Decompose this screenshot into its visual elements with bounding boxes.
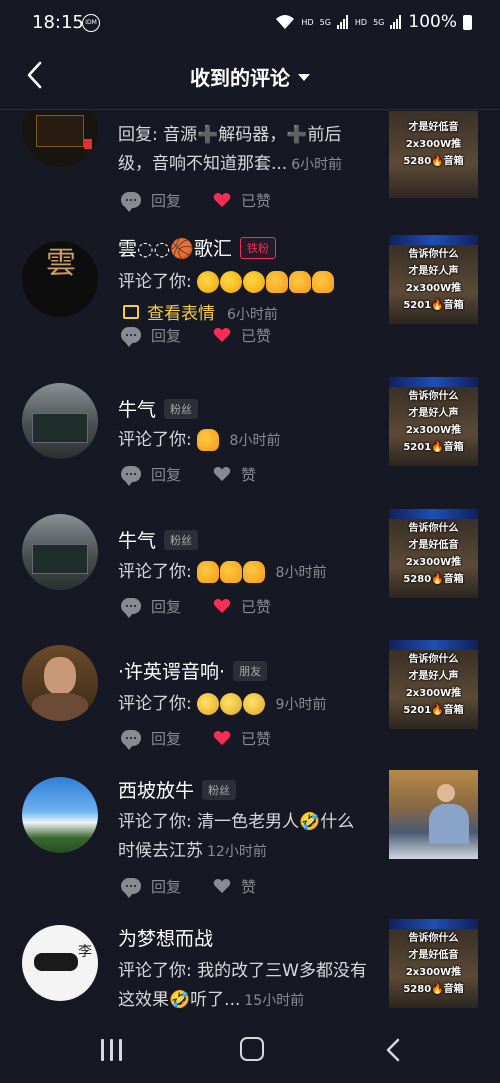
fan-badge: 粉丝 <box>164 398 199 419</box>
comment-text: 评论了你: 清一色老男人🤣什么时候去江苏 12小时前 <box>118 812 355 861</box>
heart-filled-icon <box>213 193 231 207</box>
user-name[interactable]: 西坡放牛 粉丝 <box>118 776 237 803</box>
emoji-thumbs-up-icon <box>289 271 312 293</box>
status-bar: 18:15 IDM HD 5G HD 5G 100% <box>0 0 500 48</box>
emoji-thumbs-up-icon <box>266 271 289 293</box>
reply-icon <box>121 730 141 750</box>
emoji-sad-icon <box>197 693 220 715</box>
caret-down-icon <box>298 74 310 81</box>
fan-badge: 粉丝 <box>164 529 199 550</box>
system-back-icon[interactable] <box>384 1037 402 1063</box>
friend-badge: 朋友 <box>233 660 268 681</box>
video-thumbnail[interactable]: 才是好低音 2x300W推 5280🔥音箱 <box>389 111 478 198</box>
battery-icon <box>463 14 472 30</box>
reply-button[interactable]: 回复 <box>121 596 181 618</box>
user-name[interactable]: 雲◌◌🏀歌汇 铁粉 <box>118 234 276 261</box>
system-nav-bar <box>0 1025 500 1083</box>
like-button[interactable]: 已赞 <box>213 728 271 749</box>
like-button[interactable]: 已赞 <box>213 596 271 617</box>
emoji-thumbs-up-icon <box>312 271 335 293</box>
avatar[interactable]: 李 <box>22 925 98 1001</box>
comment-actions: 回复 赞 <box>121 463 288 486</box>
emoji-clap-icon <box>197 271 220 293</box>
user-name[interactable]: 牛气 粉丝 <box>118 526 199 553</box>
page-title: 收到的评论 <box>190 66 290 90</box>
comment-actions: 回复 已赞 <box>121 324 303 347</box>
like-button[interactable]: 已赞 <box>213 325 271 346</box>
emoji-clap-icon <box>220 271 243 293</box>
status-time: 18:15 <box>32 12 84 33</box>
hd-label-1: HD <box>301 17 314 27</box>
recent-apps-icon[interactable] <box>101 1039 125 1061</box>
comment-text: 评论了你: 我的改了三W多都没有这效果🤣听了... 15小时前 <box>118 961 367 1010</box>
emoji-thumbs-up-icon <box>197 561 220 583</box>
avatar[interactable] <box>22 514 98 590</box>
like-button[interactable]: 已赞 <box>213 190 271 211</box>
fan-badge: 粉丝 <box>202 779 237 800</box>
signal-icon-2 <box>390 15 402 29</box>
video-thumbnail[interactable]: 告诉你什么 才是好人声 2x300W推 5201🔥音箱 <box>389 235 478 324</box>
reply-button[interactable]: 回复 <box>121 728 181 750</box>
like-button[interactable]: 赞 <box>213 876 256 897</box>
view-emoji-link[interactable]: 查看表情 6小时前 <box>123 299 278 324</box>
heart-filled-icon <box>213 328 231 342</box>
reply-icon <box>121 878 141 898</box>
heart-outline-icon <box>213 879 231 893</box>
avatar[interactable] <box>22 645 98 721</box>
reply-button[interactable]: 回复 <box>121 876 181 898</box>
comment-text: 评论了你: 8小时前 <box>118 561 327 583</box>
video-thumbnail[interactable]: 告诉你什么 才是好人声 2x300W推 5201🔥音箱 <box>389 640 478 729</box>
comment-text: 评论了你: 8小时前 <box>118 429 281 451</box>
reply-icon <box>121 192 141 212</box>
reply-button[interactable]: 回复 <box>121 464 181 486</box>
heart-filled-icon <box>213 731 231 745</box>
home-icon[interactable] <box>240 1037 264 1061</box>
reply-icon <box>121 598 141 618</box>
network-label-1: 5G <box>319 17 331 27</box>
emoji-sad-icon <box>220 693 243 715</box>
battery-percent: 100% <box>408 12 457 32</box>
emoji-thumbs-up-icon <box>220 561 243 583</box>
emoji-clap-icon <box>243 271 266 293</box>
comment-text: 评论了你: <box>118 268 368 297</box>
comment-actions: 回复 已赞 <box>121 189 303 212</box>
avatar[interactable]: 雲 <box>22 241 98 317</box>
hd-label-2: HD <box>354 17 368 27</box>
reply-icon <box>121 466 141 486</box>
user-name[interactable]: 牛气 粉丝 <box>118 395 199 422</box>
header: 收到的评论 <box>0 48 500 110</box>
heart-filled-icon <box>213 599 231 613</box>
page-title-dropdown[interactable]: 收到的评论 <box>0 62 500 91</box>
reply-button[interactable]: 回复 <box>121 325 181 347</box>
heart-outline-icon <box>213 467 231 481</box>
video-thumbnail[interactable]: 告诉你什么 才是好低音 2x300W推 5280🔥音箱 <box>389 509 478 598</box>
comment-list[interactable]: 回复: 音源➕解码器，➕前后级，音响不知道那套... 6小时前 回复 已赞 才是好… <box>0 111 500 1025</box>
like-button[interactable]: 赞 <box>213 464 256 485</box>
signal-icon-1 <box>336 15 348 29</box>
emoji-sad-icon <box>243 693 266 715</box>
wifi-icon <box>276 15 295 29</box>
reply-button[interactable]: 回复 <box>121 190 181 212</box>
video-thumbnail[interactable]: 告诉你什么 才是好人声 2x300W推 5201🔥音箱 <box>389 377 478 466</box>
idm-icon: IDM <box>82 14 100 32</box>
reply-icon <box>121 327 141 347</box>
video-thumbnail[interactable] <box>389 770 478 859</box>
iron-fan-badge: 铁粉 <box>239 236 276 259</box>
avatar[interactable] <box>22 383 98 459</box>
emoji-thumbs-up-icon <box>197 429 220 451</box>
network-label-2: 5G <box>373 17 385 27</box>
user-name[interactable]: 为梦想而战 <box>118 924 213 951</box>
comment-actions: 回复 已赞 <box>121 595 303 618</box>
comment-actions: 回复 赞 <box>121 875 288 898</box>
user-name[interactable]: ·许英谔音响· 朋友 <box>118 657 268 684</box>
video-thumbnail[interactable]: 告诉你什么 才是好低音 2x300W推 5280🔥音箱 <box>389 919 478 1008</box>
image-icon <box>123 305 139 319</box>
avatar[interactable] <box>22 777 98 853</box>
comment-actions: 回复 已赞 <box>121 727 303 750</box>
avatar[interactable] <box>22 111 98 167</box>
comment-text: 评论了你: 9小时前 <box>118 693 327 715</box>
comment-text: 回复: 音源➕解码器，➕前后级，音响不知道那套... 6小时前 <box>118 125 343 174</box>
emoji-thumbs-up-icon <box>243 561 266 583</box>
